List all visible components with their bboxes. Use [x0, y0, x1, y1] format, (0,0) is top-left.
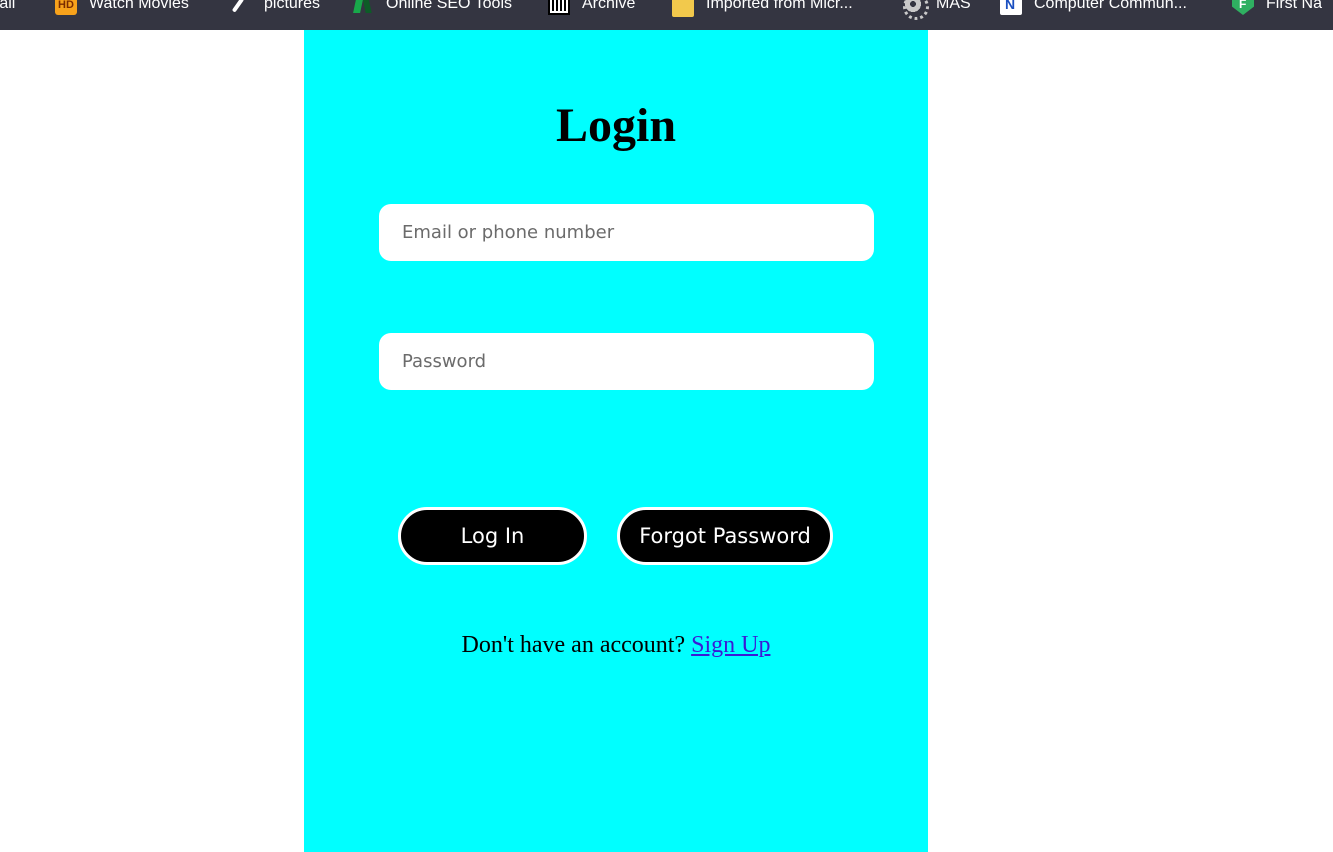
login-panel: Login Log In Forgot Password Don't have … — [304, 30, 928, 852]
archive-icon — [548, 0, 570, 15]
shield-icon — [1232, 0, 1254, 15]
pen-icon — [230, 0, 252, 15]
bookmark-label: Watch Movies — [89, 0, 189, 12]
bookmark-label: pictures — [264, 0, 321, 12]
folder-icon — [672, 0, 694, 17]
bookmark-mas[interactable]: MAS — [902, 0, 971, 20]
bookmark-mail[interactable]: Mail — [0, 0, 15, 16]
bookmark-first-na[interactable]: First Na — [1232, 0, 1322, 16]
password-field[interactable] — [379, 333, 874, 390]
signup-prompt: Don't have an account? Sign Up — [304, 632, 928, 659]
hd-icon — [55, 0, 77, 15]
login-button[interactable]: Log In — [398, 507, 587, 565]
email-field[interactable] — [379, 204, 874, 261]
bookmark-label: First Na — [1266, 0, 1322, 12]
bookmarks-bar: Mail Watch Movies pictures Online SEO To… — [0, 0, 1333, 30]
gear-icon — [902, 0, 929, 20]
bookmark-computer-community[interactable]: Computer Commun... — [1000, 0, 1187, 16]
signup-link[interactable]: Sign Up — [691, 632, 770, 658]
bookmark-label: Archive — [582, 0, 636, 12]
bookmark-archive[interactable]: Archive — [548, 0, 635, 16]
bookmark-watch-movies[interactable]: Watch Movies — [55, 0, 189, 16]
bookmark-label: Computer Commun... — [1034, 0, 1187, 12]
bookmark-label: Online SEO Tools — [386, 0, 512, 12]
seo-icon — [352, 0, 374, 15]
bookmark-label: Imported from Micr... — [706, 0, 853, 12]
bookmark-pictures[interactable]: pictures — [230, 0, 320, 16]
bookmark-label: MAS — [936, 0, 971, 12]
bookmark-imported-folder[interactable]: Imported from Micr... — [672, 0, 853, 17]
bookmark-label: Mail — [0, 0, 16, 12]
bookmark-online-seo-tools[interactable]: Online SEO Tools — [352, 0, 512, 16]
n-logo-icon — [1000, 0, 1022, 15]
signup-prompt-text: Don't have an account? — [461, 632, 692, 658]
page-title: Login — [555, 99, 677, 152]
forgot-password-button[interactable]: Forgot Password — [617, 507, 833, 565]
